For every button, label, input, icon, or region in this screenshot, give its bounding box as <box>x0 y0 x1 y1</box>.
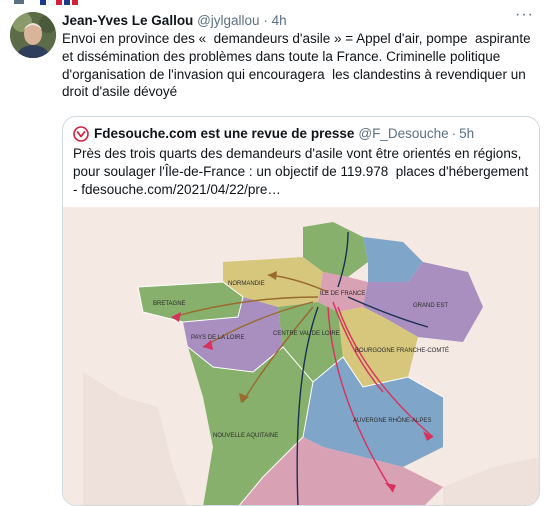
map-label-normandie: NORMANDIE <box>228 281 265 287</box>
top-flag-fragment <box>14 0 78 6</box>
tweet-time[interactable]: 4h <box>272 13 287 28</box>
author-name[interactable]: Jean-Yves Le Gallou <box>62 13 193 28</box>
fdesouche-logo-icon <box>73 126 89 142</box>
quote-separator: · <box>451 126 457 141</box>
avatar-photo <box>10 12 56 58</box>
map-label-idf: ILE DE FRANCE <box>320 291 365 297</box>
author-handle[interactable]: @jylgallou <box>197 13 259 28</box>
map-label-grand-est: GRAND EST <box>413 303 448 309</box>
quote-author-name[interactable]: Fdesouche.com est une revue de presse <box>94 125 354 143</box>
map-label-auvergne: AUVERGNE RHÔNE-ALPES <box>353 417 431 424</box>
map-label-centre: CENTRE VAL DE LOIRE <box>273 331 340 337</box>
quote-time[interactable]: 5h <box>459 125 474 143</box>
more-options-button[interactable]: ··· <box>515 6 534 24</box>
map-label-bretagne: BRETAGNE <box>153 301 186 307</box>
quote-text: Près des trois quarts des demandeurs d'a… <box>73 146 532 197</box>
quote-author-handle[interactable]: @F_Desouche <box>358 125 448 143</box>
france-map-image[interactable]: NORMANDIE BRETAGNE PAYS DE LA LOIRE CENT… <box>63 207 540 506</box>
map-label-pays-de-la-loire: PAYS DE LA LOIRE <box>191 335 244 341</box>
quoted-tweet-card[interactable]: Fdesouche.com est une revue de presse @F… <box>62 116 540 506</box>
author-avatar[interactable] <box>10 12 56 58</box>
header-separator: · <box>263 13 268 28</box>
quote-header: Fdesouche.com est une revue de presse @F… <box>73 125 474 143</box>
map-label-bourgogne: BOURGOGNE FRANCHE-COMTÉ <box>355 347 449 354</box>
tweet-text: Envoi en province des « demandeurs d'asi… <box>62 31 535 100</box>
tweet-header: Jean-Yves Le Gallou @jylgallou · 4h <box>62 12 287 30</box>
map-label-nouvelle-aquitaine: NOUVELLE AQUITAINE <box>213 433 278 439</box>
